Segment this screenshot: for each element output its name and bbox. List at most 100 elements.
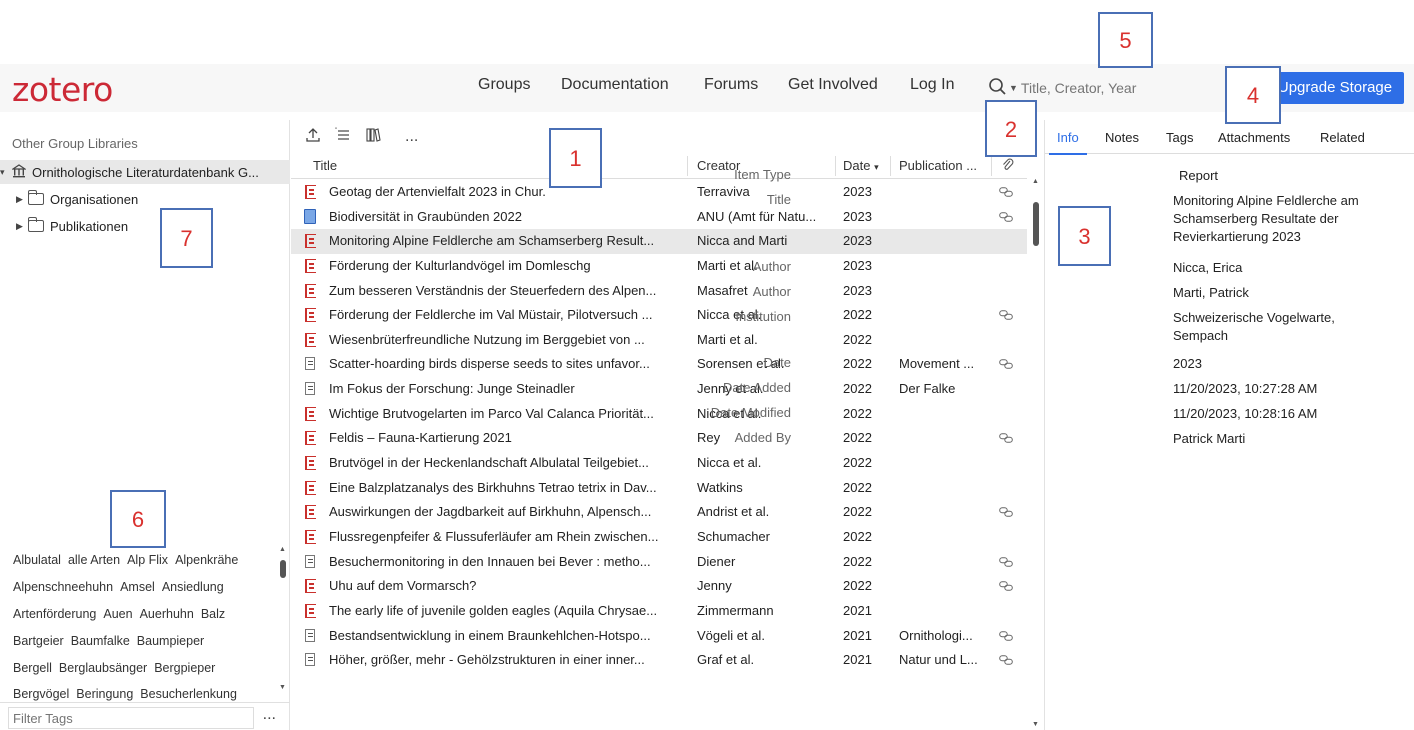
nav-forums[interactable]: Forums	[704, 76, 758, 94]
collection-organisationen[interactable]: ▶ Organisationen	[0, 187, 138, 211]
tag[interactable]: Alpenkrähe	[175, 553, 238, 567]
tab-notes[interactable]: Notes	[1105, 130, 1139, 145]
field-value[interactable]: Monitoring Alpine Feldlerche am Schamser…	[1173, 192, 1393, 246]
field-value[interactable]: Report	[1179, 167, 1399, 185]
tag[interactable]: Artenförderung	[13, 607, 96, 621]
cell-date: 2022	[843, 455, 872, 471]
annotation-box-7: 7	[160, 208, 213, 268]
link-attachment-icon[interactable]	[999, 357, 1013, 370]
link-attachment-icon[interactable]	[999, 555, 1013, 567]
library-row[interactable]: ▾ Ornithologische Literaturdatenbank G..…	[0, 160, 290, 184]
tag[interactable]: Besucherlenkung	[140, 687, 237, 701]
tag[interactable]: Ansiedlung	[162, 580, 224, 594]
attachment-column-icon[interactable]	[1002, 158, 1014, 175]
link-attachment-icon[interactable]	[999, 505, 1013, 518]
scroll-up-icon[interactable]: ▲	[279, 546, 286, 553]
table-row[interactable]: The early life of juvenile golden eagles…	[291, 599, 1027, 624]
table-row[interactable]: Bestandsentwicklung in einem Braunkehlch…	[291, 624, 1027, 649]
tab-tags[interactable]: Tags	[1166, 130, 1193, 145]
scroll-thumb[interactable]	[1033, 202, 1039, 246]
nav-groups[interactable]: Groups	[478, 76, 530, 94]
upgrade-storage-button[interactable]: Upgrade Storage	[1266, 72, 1404, 104]
tag[interactable]: Berglaubsänger	[59, 661, 147, 675]
table-row[interactable]: Besuchermonitoring in den Innauen bei Be…	[291, 550, 1027, 575]
tag[interactable]: Baumfalke	[71, 634, 130, 648]
chevron-down-icon[interactable]: ▼	[1009, 83, 1018, 93]
zotero-logo[interactable]: zotero	[12, 70, 113, 109]
field-value[interactable]: Nicca, Erica	[1173, 259, 1393, 277]
tag[interactable]: Alp Flix	[127, 553, 168, 567]
tag[interactable]: Bergvögel	[13, 687, 69, 701]
column-title[interactable]: Title	[313, 158, 337, 173]
cell-publication: Ornithologi...	[899, 627, 973, 643]
column-date[interactable]: Date ▾	[843, 158, 879, 173]
upload-icon[interactable]	[305, 127, 321, 148]
tag[interactable]: Baumpieper	[137, 634, 204, 648]
search-input[interactable]	[1020, 80, 1211, 96]
tags-scrollbar[interactable]	[280, 560, 286, 578]
expand-arrow-icon[interactable]: ▶	[16, 221, 26, 232]
table-row[interactable]: Brutvögel in der Heckenlandschaft Albula…	[291, 451, 1027, 476]
search-icon[interactable]	[988, 77, 1010, 99]
link-attachment-icon[interactable]	[999, 308, 1013, 321]
cell-date: 2022	[843, 307, 872, 323]
nav-get-involved[interactable]: Get Involved	[788, 76, 878, 94]
column-separator[interactable]	[890, 156, 891, 176]
tag[interactable]: Bergell	[13, 661, 52, 675]
link-attachment-icon[interactable]	[999, 431, 1013, 444]
nav-documentation[interactable]: Documentation	[561, 76, 669, 94]
table-row[interactable]: Höher, größer, mehr - Gehölzstrukturen i…	[291, 648, 1027, 673]
tag[interactable]: Bergpieper	[154, 661, 215, 675]
tab-attachments[interactable]: Attachments	[1218, 130, 1290, 145]
tag[interactable]: Beringung	[76, 687, 133, 701]
link-attachment-icon[interactable]	[999, 185, 1013, 197]
library-books-icon[interactable]	[365, 127, 381, 148]
field-value[interactable]: Schweizerische Vogelwarte, Sempach	[1173, 309, 1393, 345]
tag[interactable]: Alpenschneehuhn	[13, 580, 113, 594]
cell-title: Besuchermonitoring in den Innauen bei Be…	[329, 553, 651, 569]
link-attachment-icon[interactable]	[999, 629, 1013, 641]
more-actions-button[interactable]: ...	[405, 128, 418, 146]
table-row[interactable]: Biodiversität in Graubünden 2022 ANU (Amt…	[291, 205, 1027, 230]
field-value[interactable]: Marti, Patrick	[1173, 284, 1393, 302]
annotation-box-3: 3	[1058, 206, 1111, 266]
report-item-icon	[305, 332, 316, 347]
collection-publikationen[interactable]: ▶ Publikationen	[0, 214, 128, 238]
tab-related[interactable]: Related	[1320, 130, 1365, 145]
table-row[interactable]: Eine Balzplatzanalys des Birkhuhns Tetra…	[291, 476, 1027, 501]
annotation-box-1: 1	[549, 128, 602, 188]
link-attachment-icon[interactable]	[999, 653, 1013, 665]
scroll-down-icon[interactable]: ▼	[1032, 721, 1039, 728]
tag[interactable]: alle Arten	[68, 553, 120, 567]
scroll-down-icon[interactable]: ▼	[279, 684, 286, 691]
tab-info[interactable]: Info	[1049, 130, 1087, 155]
tag[interactable]: Auerhuhn	[140, 607, 194, 621]
table-row[interactable]: Uhu auf dem Vormarsch? Jenny 2022	[291, 574, 1027, 599]
scroll-up-icon[interactable]: ▲	[1032, 178, 1039, 185]
table-row[interactable]: Wiesenbrüterfreundliche Nutzung im Bergg…	[291, 328, 1027, 353]
nav-login[interactable]: Log In	[910, 76, 954, 94]
tag[interactable]: Albulatal	[13, 553, 61, 567]
tag[interactable]: Amsel	[120, 580, 155, 594]
add-note-icon[interactable]: "	[335, 127, 351, 148]
filter-tags-input[interactable]	[8, 707, 254, 729]
annotation-box-6: 6	[110, 490, 166, 548]
tag[interactable]: Bartgeier	[13, 634, 64, 648]
field-value[interactable]: 2023	[1173, 355, 1393, 373]
tag-line: Artenförderung Auen Auerhuhn Balz	[13, 607, 232, 621]
column-separator[interactable]	[991, 156, 992, 176]
tag-menu-button[interactable]: ...	[263, 706, 276, 724]
table-row[interactable]: Auswirkungen der Jagdbarkeit auf Birkhuh…	[291, 500, 1027, 525]
table-row[interactable]: Monitoring Alpine Feldlerche am Schamser…	[291, 229, 1027, 254]
items-scrollbar[interactable]: ▲ ▼	[1031, 178, 1041, 730]
tag[interactable]: Balz	[201, 607, 225, 621]
tag-line: Bergvögel Beringung Besucherlenkung	[13, 687, 244, 701]
column-separator[interactable]	[835, 156, 836, 176]
expand-arrow-icon[interactable]: ▾	[0, 167, 10, 178]
link-attachment-icon[interactable]	[999, 579, 1013, 592]
expand-arrow-icon[interactable]: ▶	[16, 194, 26, 205]
column-publication[interactable]: Publication ...	[899, 158, 977, 173]
tag[interactable]: Auen	[103, 607, 132, 621]
table-row[interactable]: Flussregenpfeifer & Flussuferläufer am R…	[291, 525, 1027, 550]
link-attachment-icon[interactable]	[999, 210, 1013, 222]
